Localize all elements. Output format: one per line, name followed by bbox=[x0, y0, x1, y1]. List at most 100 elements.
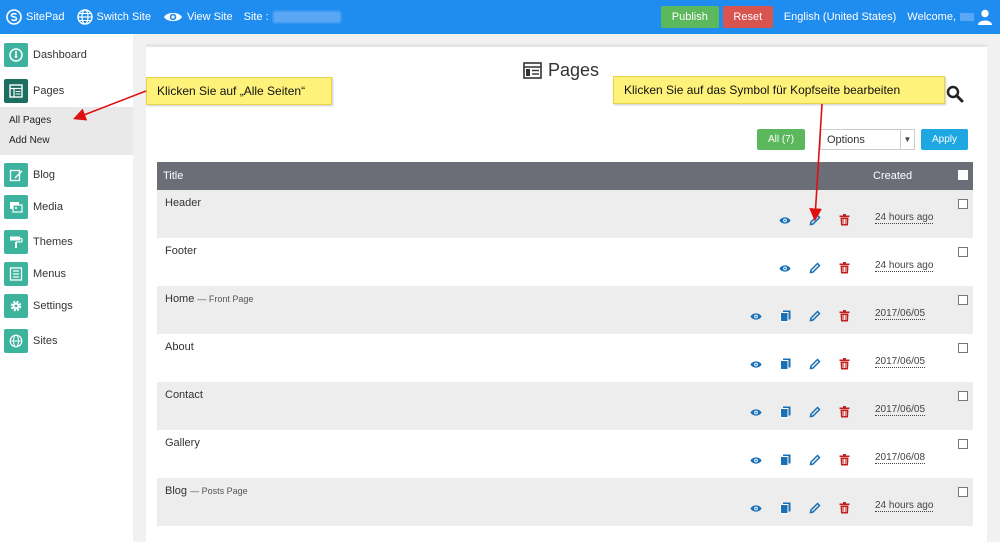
row-title-text[interactable]: Header bbox=[165, 197, 201, 209]
view-icon[interactable] bbox=[750, 406, 762, 418]
row-checkbox[interactable] bbox=[958, 295, 968, 305]
delete-icon[interactable] bbox=[838, 310, 850, 322]
duplicate-icon[interactable] bbox=[779, 310, 791, 322]
edit-icon[interactable] bbox=[809, 262, 821, 274]
row-title[interactable]: Footer bbox=[165, 245, 197, 257]
table-row: Blog — Posts Page 24 hours ago bbox=[157, 478, 973, 526]
sidebar-item-media[interactable]: Media bbox=[0, 192, 133, 222]
row-title-text[interactable]: Footer bbox=[165, 245, 197, 257]
edit-icon[interactable] bbox=[809, 214, 821, 226]
edit-icon[interactable] bbox=[809, 406, 821, 418]
row-title[interactable]: Blog — Posts Page bbox=[165, 485, 248, 497]
row-title-text[interactable]: Gallery bbox=[165, 437, 200, 449]
view-icon[interactable] bbox=[750, 454, 762, 466]
view-icon[interactable] bbox=[750, 502, 762, 514]
row-checkbox[interactable] bbox=[958, 487, 968, 497]
edit-icon[interactable] bbox=[809, 502, 821, 514]
pages-icon bbox=[523, 62, 542, 79]
filter-all-button[interactable]: All (7) bbox=[757, 129, 805, 150]
callout-edit-header: Klicken Sie auf das Symbol für Kopfseite… bbox=[613, 76, 945, 104]
user-icon[interactable] bbox=[978, 9, 992, 25]
row-title-text[interactable]: About bbox=[165, 341, 194, 353]
media-icon bbox=[4, 195, 28, 219]
sidebar-item-label: Themes bbox=[33, 236, 73, 248]
row-checkbox[interactable] bbox=[958, 247, 968, 257]
sidebar-item-sites[interactable]: Sites bbox=[0, 326, 133, 356]
dashboard-icon bbox=[4, 43, 28, 67]
delete-icon[interactable] bbox=[838, 262, 850, 274]
switch-site-label: Switch Site bbox=[96, 11, 151, 23]
row-created-date: 2017/06/08 bbox=[875, 452, 926, 464]
table-header: Title Created bbox=[157, 162, 973, 190]
row-title[interactable]: Home — Front Page bbox=[165, 293, 253, 305]
edit-icon[interactable] bbox=[809, 358, 821, 370]
view-icon[interactable] bbox=[750, 310, 762, 322]
sidebar-item-menus[interactable]: Menus bbox=[0, 259, 133, 289]
duplicate-icon[interactable] bbox=[779, 454, 791, 466]
settings-icon bbox=[4, 294, 28, 318]
edit-icon[interactable] bbox=[809, 310, 821, 322]
select-all-checkbox[interactable] bbox=[958, 170, 968, 180]
sidebar-item-settings[interactable]: Settings bbox=[0, 291, 133, 321]
themes-icon bbox=[4, 230, 28, 254]
row-title-text[interactable]: Contact bbox=[165, 389, 203, 401]
sites-icon bbox=[4, 329, 28, 353]
row-title-text[interactable]: Blog bbox=[165, 485, 187, 497]
row-title[interactable]: Contact bbox=[165, 389, 203, 401]
sidebar-item-blog[interactable]: Blog bbox=[0, 160, 133, 190]
table-row: Home — Front Page 2017/06/05 bbox=[157, 286, 973, 334]
sidebar-item-label: Dashboard bbox=[33, 49, 87, 61]
site-name-redacted bbox=[272, 11, 341, 23]
row-checkbox[interactable] bbox=[958, 439, 968, 449]
delete-icon[interactable] bbox=[838, 406, 850, 418]
pages-icon bbox=[4, 79, 28, 103]
apply-button[interactable]: Apply bbox=[921, 129, 968, 150]
view-icon[interactable] bbox=[779, 214, 791, 226]
edit-icon[interactable] bbox=[809, 454, 821, 466]
language-selector[interactable]: English (United States) bbox=[784, 11, 897, 23]
submenu-add-new[interactable]: Add New bbox=[9, 135, 50, 146]
brand-link[interactable]: SitePad bbox=[6, 9, 65, 25]
bulk-action-select[interactable]: Options ▼ bbox=[820, 129, 915, 150]
reset-button[interactable]: Reset bbox=[722, 6, 773, 28]
switch-site-button[interactable]: Switch Site bbox=[76, 9, 151, 25]
search-icon[interactable] bbox=[946, 85, 964, 103]
site-indicator: Site : bbox=[244, 11, 341, 23]
publish-button[interactable]: Publish bbox=[660, 6, 719, 28]
column-title[interactable]: Title bbox=[163, 170, 183, 182]
sidebar-item-label: Media bbox=[33, 201, 63, 213]
column-created[interactable]: Created bbox=[873, 170, 912, 182]
row-checkbox[interactable] bbox=[958, 199, 968, 209]
table-body: Header 24 hours ago Footer 24 hours ago Home… bbox=[157, 190, 973, 526]
delete-icon[interactable] bbox=[838, 214, 850, 226]
sidebar-item-pages[interactable]: Pages bbox=[0, 76, 133, 106]
row-title[interactable]: Header bbox=[165, 197, 201, 209]
sitepad-logo-icon bbox=[6, 9, 22, 25]
delete-icon[interactable] bbox=[838, 502, 850, 514]
row-title-text[interactable]: Home bbox=[165, 293, 194, 305]
row-title[interactable]: About bbox=[165, 341, 194, 353]
view-icon[interactable] bbox=[779, 262, 791, 274]
view-site-button[interactable]: View Site bbox=[163, 10, 233, 24]
pages-submenu: All Pages Add New bbox=[0, 107, 133, 155]
duplicate-icon[interactable] bbox=[779, 358, 791, 370]
duplicate-icon[interactable] bbox=[779, 502, 791, 514]
delete-icon[interactable] bbox=[838, 358, 850, 370]
row-subtitle: — Front Page bbox=[197, 294, 254, 304]
table-row: Gallery 2017/06/08 bbox=[157, 430, 973, 478]
row-created-date: 2017/06/05 bbox=[875, 308, 926, 320]
delete-icon[interactable] bbox=[838, 454, 850, 466]
view-icon[interactable] bbox=[750, 358, 762, 370]
sidebar-item-themes[interactable]: Themes bbox=[0, 227, 133, 257]
duplicate-icon[interactable] bbox=[779, 406, 791, 418]
pages-panel: Pages All (7) Options ▼ Apply Title Crea… bbox=[146, 44, 987, 542]
brand-label: SitePad bbox=[26, 11, 65, 23]
row-title[interactable]: Gallery bbox=[165, 437, 200, 449]
row-checkbox[interactable] bbox=[958, 391, 968, 401]
row-checkbox[interactable] bbox=[958, 343, 968, 353]
site-label: Site : bbox=[243, 11, 269, 23]
row-created-date: 2017/06/05 bbox=[875, 404, 926, 416]
row-created-date: 24 hours ago bbox=[875, 500, 934, 512]
submenu-all-pages[interactable]: All Pages bbox=[9, 115, 51, 126]
sidebar-item-dashboard[interactable]: Dashboard bbox=[0, 40, 133, 70]
